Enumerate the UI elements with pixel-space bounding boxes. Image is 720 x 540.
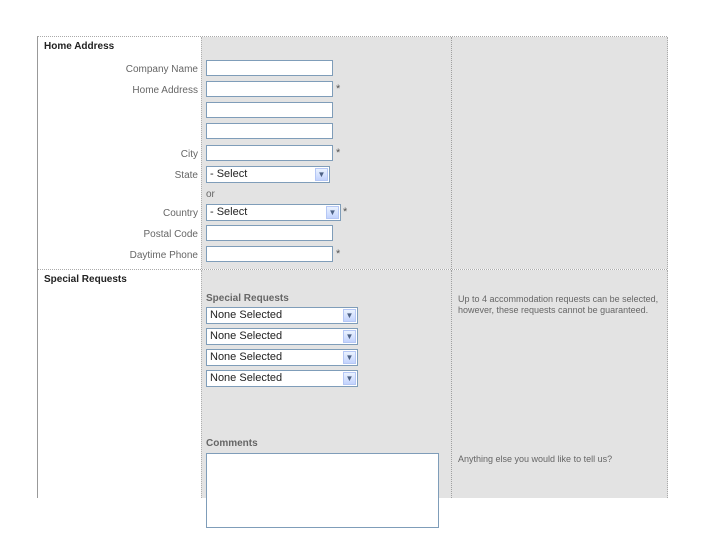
help-column (451, 37, 668, 269)
chevron-down-icon[interactable]: ▼ (343, 309, 356, 322)
label-column: Home Address Company Name Home Address C… (38, 37, 201, 269)
country-select[interactable]: - Select ▼ (206, 204, 341, 221)
comments-textarea[interactable] (206, 453, 439, 528)
or-text: or (206, 189, 215, 200)
state-select-value: - Select (210, 168, 248, 180)
company-name-label: Company Name (125, 64, 198, 75)
special-requests-section: Special Requests Special Requests None S… (38, 270, 668, 528)
label-column: Special Requests (38, 270, 201, 498)
chevron-down-icon[interactable]: ▼ (326, 206, 339, 219)
state-label: State (174, 170, 198, 181)
daytime-phone-input[interactable] (206, 246, 333, 262)
help-column: Up to 4 accommodation requests can be se… (451, 270, 668, 498)
special-request-select-4[interactable]: None Selected ▼ (206, 370, 358, 387)
company-name-input[interactable] (206, 60, 333, 76)
field-column: * * - Select ▼ or - Select ▼ * * (201, 37, 452, 269)
section-title: Special Requests (44, 274, 127, 285)
city-label: City (180, 149, 198, 160)
required-marker: * (336, 83, 341, 95)
special-request-select-1[interactable]: None Selected ▼ (206, 307, 358, 324)
home-address-line2-input[interactable] (206, 102, 333, 118)
postal-code-label: Postal Code (143, 229, 198, 240)
required-marker: * (336, 147, 341, 159)
special-request-value: None Selected (210, 351, 283, 363)
postal-code-input[interactable] (206, 225, 333, 241)
field-column: Special Requests None Selected ▼ None Se… (201, 270, 452, 528)
comments-label: Comments (206, 438, 258, 449)
required-marker: * (343, 206, 348, 218)
city-input[interactable] (206, 145, 333, 161)
special-requests-subheading: Special Requests (206, 293, 289, 304)
daytime-phone-label: Daytime Phone (129, 250, 198, 261)
required-marker: * (336, 248, 341, 260)
chevron-down-icon[interactable]: ▼ (343, 372, 356, 385)
home-address-line3-input[interactable] (206, 123, 333, 139)
chevron-down-icon[interactable]: ▼ (343, 330, 356, 343)
special-request-value: None Selected (210, 309, 283, 321)
special-requests-help: Up to 4 accommodation requests can be se… (458, 294, 659, 315)
special-request-value: None Selected (210, 330, 283, 342)
home-address-label: Home Address (132, 85, 198, 96)
state-select[interactable]: - Select ▼ (206, 166, 330, 183)
country-label: Country (162, 208, 198, 219)
section-title: Home Address (44, 41, 115, 52)
special-request-select-2[interactable]: None Selected ▼ (206, 328, 358, 345)
country-select-value: - Select (210, 206, 248, 218)
special-request-select-3[interactable]: None Selected ▼ (206, 349, 358, 366)
home-address-section: Home Address Company Name Home Address C… (38, 37, 668, 270)
comments-help: Anything else you would like to tell us? (458, 454, 613, 464)
chevron-down-icon[interactable]: ▼ (343, 351, 356, 364)
home-address-line1-input[interactable] (206, 81, 333, 97)
booking-form: Home Address Company Name Home Address C… (37, 36, 668, 528)
chevron-down-icon[interactable]: ▼ (315, 168, 328, 181)
special-request-value: None Selected (210, 372, 283, 384)
